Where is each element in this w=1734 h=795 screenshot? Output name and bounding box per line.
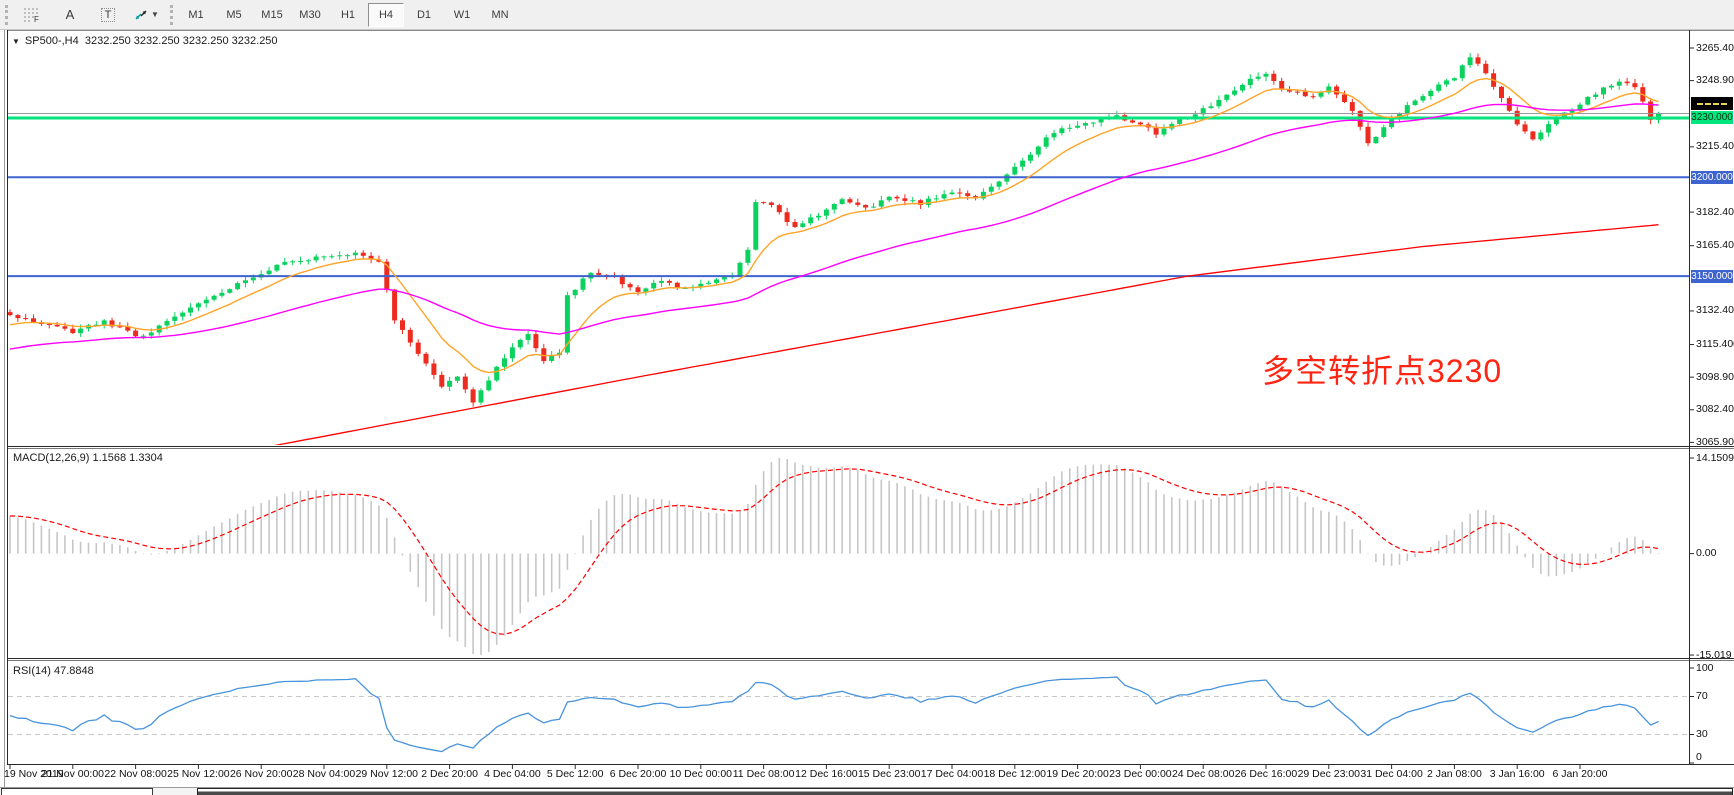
date-label: 17 Dec 04:00 — [921, 768, 983, 780]
timeframe-button-h1[interactable]: H1 — [330, 3, 366, 27]
timeframe-button-m15[interactable]: M15 — [254, 3, 290, 27]
date-label: 3 Jan 16:00 — [1490, 768, 1545, 780]
date-label: 4 Dec 04:00 — [484, 768, 541, 780]
date-label: 25 Nov 12:00 — [167, 768, 229, 780]
price-tick-label: 3265.400 — [1696, 42, 1734, 54]
price-tick-label: 3065.900 — [1696, 436, 1734, 448]
timeframe-button-m5[interactable]: M5 — [216, 3, 252, 27]
date-label: 10 Dec 00:00 — [670, 768, 732, 780]
main-price-panel[interactable] — [8, 53, 1690, 494]
scrollbar-thumb[interactable] — [197, 788, 1733, 795]
date-label: 26 Dec 16:00 — [1235, 768, 1297, 780]
panel-frame — [5, 30, 1734, 787]
rsi-value: 47.8848 — [54, 665, 94, 677]
scrollbar-left-segment[interactable] — [1, 788, 153, 795]
hline-price-box: 3200.000 — [1691, 171, 1733, 184]
date-label: 22 Nov 08:00 — [104, 768, 166, 780]
symbol-name: SP500-,H4 — [25, 35, 79, 47]
date-label: 6 Jan 20:00 — [1553, 768, 1608, 780]
macd-values: 1.1568 1.3304 — [92, 452, 162, 464]
rsi-name: RSI(14) — [13, 665, 51, 677]
timeframe-bar: M1M5M15M30H1H4D1W1MN — [178, 3, 518, 27]
current-price-dashes — [1697, 103, 1727, 105]
date-label: 23 Dec 00:00 — [1109, 768, 1171, 780]
price-tick-label: 3098.900 — [1696, 371, 1734, 383]
price-tick-label: 3165.400 — [1696, 239, 1734, 251]
toolbar-grip-2[interactable] — [170, 5, 173, 25]
macd-tick-label: 14.1509 — [1696, 452, 1734, 464]
date-label: 26 Nov 20:00 — [230, 768, 292, 780]
rsi-tick-label: 70 — [1696, 690, 1708, 702]
timeframe-button-h4[interactable]: H4 — [368, 3, 404, 27]
chart-canvas[interactable] — [0, 0, 1734, 795]
symbol-ohlc-label: ▼ SP500-,H4 3232.250 3232.250 3232.250 32… — [12, 35, 278, 47]
toolbar-grip[interactable] — [5, 5, 8, 25]
hline-price-box: 3150.000 — [1691, 270, 1733, 283]
letter-t-icon: T — [101, 8, 116, 22]
toolbar: F A T ▼ M1M5M15M30H1H4D1W1MN — [0, 0, 1734, 30]
date-label: 2 Jan 08:00 — [1427, 768, 1482, 780]
macd-panel[interactable] — [9, 458, 1659, 655]
mt4-window: F A T ▼ M1M5M15M30H1H4D1W1MN ▼ SP500-,H4 … — [0, 0, 1734, 795]
macd-indicator-label: MACD(12,26,9) 1.1568 1.3304 — [13, 452, 163, 464]
macd-tick-label: 0.00 — [1696, 547, 1716, 559]
rsi-indicator-label: RSI(14) 47.8848 — [13, 665, 94, 677]
price-tick-label: 3182.400 — [1696, 206, 1734, 218]
date-label: 31 Dec 04:00 — [1360, 768, 1422, 780]
date-label: 15 Dec 23:00 — [858, 768, 920, 780]
price-tick-label: 3132.400 — [1696, 304, 1734, 316]
symbol-dropdown-icon[interactable]: ▼ — [12, 37, 20, 46]
text-label-button[interactable]: T — [89, 3, 127, 27]
ohlc-values: 3232.250 3232.250 3232.250 3232.250 — [85, 35, 278, 47]
objects-button[interactable]: ▼ — [127, 3, 165, 27]
diagonal-arrows-icon — [133, 7, 149, 23]
hline-price-box: 3230.000 — [1691, 111, 1733, 124]
annotation-text[interactable]: 多空转折点3230 — [1262, 346, 1502, 392]
rsi-panel[interactable] — [8, 677, 1689, 752]
date-label: 24 Dec 08:00 — [1172, 768, 1234, 780]
date-label: 19 Dec 20:00 — [1046, 768, 1108, 780]
grid-f-icon: F — [23, 7, 41, 23]
chart-grid-button[interactable]: F — [13, 3, 51, 27]
letter-a-icon: A — [66, 7, 75, 22]
date-label: 29 Dec 23:00 — [1298, 768, 1360, 780]
annotation-a-button[interactable]: A — [51, 3, 89, 27]
macd-name: MACD(12,26,9) — [13, 452, 89, 464]
price-tick-label: 3248.900 — [1696, 74, 1734, 86]
current-price-box — [1691, 97, 1733, 110]
timeframe-button-m30[interactable]: M30 — [292, 3, 328, 27]
svg-text:F: F — [34, 15, 39, 23]
date-label: 6 Dec 20:00 — [610, 768, 667, 780]
price-tick-label: 3215.400 — [1696, 140, 1734, 152]
date-label: 28 Nov 04:00 — [293, 768, 355, 780]
date-label: 21 Nov 00:00 — [42, 768, 104, 780]
date-label: 12 Dec 16:00 — [795, 768, 857, 780]
timeframe-button-mn[interactable]: MN — [482, 3, 518, 27]
rsi-tick-label: 100 — [1696, 662, 1714, 674]
price-tick-label: 3115.400 — [1696, 338, 1734, 350]
date-label: 18 Dec 12:00 — [984, 768, 1046, 780]
dropdown-caret-icon[interactable]: ▼ — [151, 10, 159, 19]
timeframe-button-d1[interactable]: D1 — [406, 3, 442, 27]
date-label: 11 Dec 08:00 — [733, 768, 795, 780]
date-label: 29 Nov 12:00 — [356, 768, 418, 780]
timeframe-button-w1[interactable]: W1 — [444, 3, 480, 27]
rsi-tick-label: 30 — [1696, 728, 1708, 740]
timeframe-button-m1[interactable]: M1 — [178, 3, 214, 27]
price-tick-label: 3082.400 — [1696, 403, 1734, 415]
rsi-tick-label: 0 — [1696, 751, 1702, 763]
date-label: 5 Dec 12:00 — [547, 768, 604, 780]
date-label: 2 Dec 20:00 — [421, 768, 478, 780]
horizontal-scrollbar[interactable] — [0, 787, 1734, 795]
macd-tick-label: -15.019 — [1696, 649, 1732, 661]
